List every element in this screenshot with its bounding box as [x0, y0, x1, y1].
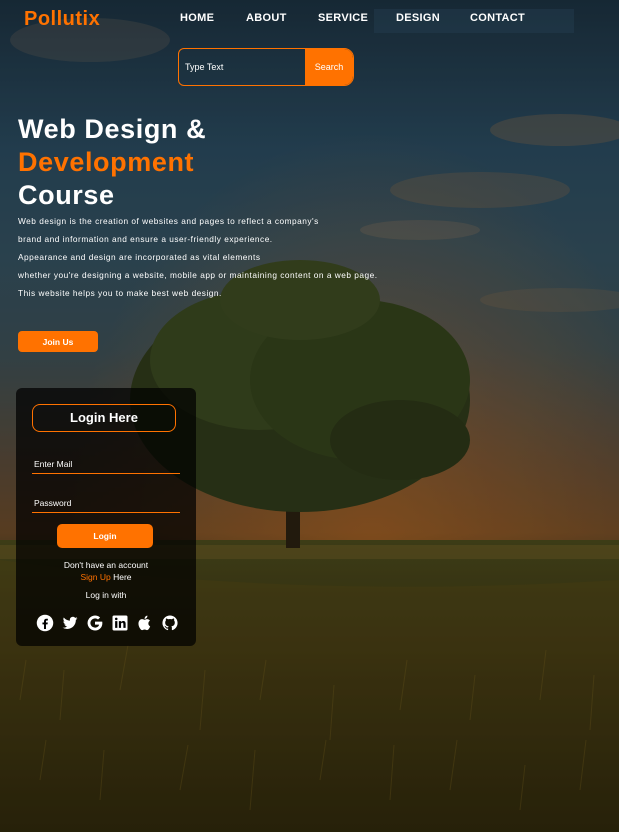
search-button[interactable]: Search [305, 49, 353, 85]
hero-paragraph: Web design is the creation of websites a… [18, 212, 378, 302]
brand-logo[interactable]: Pollutix [24, 8, 100, 31]
hero-title-line2: Development [18, 147, 195, 177]
hero-paragraph-line: brand and information and ensure a user-… [18, 234, 273, 244]
email-field-wrapper [32, 454, 180, 474]
hero-paragraph-line: Appearance and design are incorporated a… [18, 252, 261, 262]
no-account-text: Don't have an account [63, 560, 149, 570]
google-icon[interactable] [86, 614, 104, 632]
join-us-button[interactable]: Join Us [18, 331, 98, 352]
social-login-icons [36, 614, 180, 634]
password-field[interactable] [32, 494, 176, 512]
nav-contact[interactable]: CONTACT [470, 12, 525, 24]
search-input[interactable] [179, 49, 305, 85]
twitter-icon[interactable] [61, 614, 79, 632]
login-button[interactable]: Login [57, 524, 153, 548]
hero-paragraph-line: Web design is the creation of websites a… [18, 216, 319, 226]
github-icon[interactable] [161, 614, 179, 632]
apple-icon[interactable] [136, 614, 154, 632]
hero-title-line1: Web Design & [18, 114, 207, 144]
hero-title: Web Design & Development Course [18, 113, 206, 212]
login-card: Login Here Login Don't have an account S… [16, 388, 196, 646]
login-title: Login Here [32, 404, 176, 432]
nav-service[interactable]: SERVICE [318, 12, 368, 24]
nav-home[interactable]: HOME [180, 12, 214, 24]
log-in-with-text: Log in with [85, 590, 127, 600]
hero-title-line3: Course [18, 180, 115, 210]
nav-about[interactable]: ABOUT [246, 12, 287, 24]
signup-suffix: Here [110, 572, 132, 582]
linkedin-icon[interactable] [111, 614, 129, 632]
email-field[interactable] [32, 455, 176, 473]
hero-paragraph-line: This website helps you to make best web … [18, 288, 222, 298]
facebook-icon[interactable] [36, 614, 54, 632]
nav-design[interactable]: DESIGN [396, 12, 440, 24]
hero-paragraph-line: whether you're designing a website, mobi… [18, 270, 378, 280]
search-bar: Search [178, 48, 354, 86]
password-field-wrapper [32, 493, 180, 513]
signup-line: Sign Up Here [16, 572, 196, 582]
signup-link[interactable]: Sign Up [80, 572, 110, 582]
